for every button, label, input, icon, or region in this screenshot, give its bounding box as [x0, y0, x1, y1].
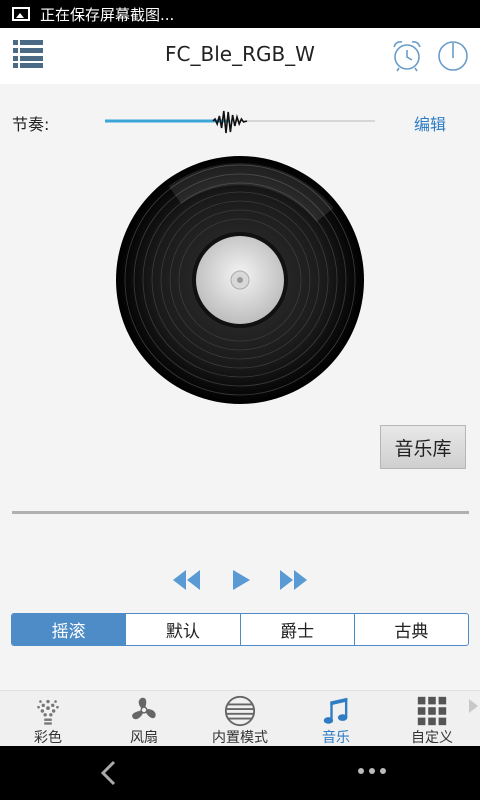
- lines-globe-icon: [224, 695, 256, 727]
- rhythm-slider[interactable]: [105, 108, 375, 134]
- rhythm-label: 节奏:: [12, 115, 50, 134]
- music-mode-segmented-control: 摇滚 默认 爵士 古典: [11, 613, 469, 646]
- status-notification-text: 正在保存屏幕截图...: [40, 5, 175, 24]
- mode-jazz-tab[interactable]: 爵士: [241, 614, 355, 645]
- tab-fan[interactable]: 风扇: [122, 691, 166, 747]
- tab-custom[interactable]: 自定义: [404, 691, 460, 747]
- next-icon[interactable]: [278, 565, 308, 595]
- edit-button[interactable]: 编辑: [414, 111, 446, 135]
- tab-music[interactable]: 音乐: [314, 691, 358, 747]
- music-library-button[interactable]: 音乐库: [380, 425, 466, 469]
- bottom-tab-bar: 彩色 风扇 内置模式 音乐 自定义: [0, 690, 480, 747]
- previous-icon[interactable]: [172, 565, 202, 595]
- back-icon[interactable]: [96, 758, 122, 788]
- tab-label: 彩色: [34, 730, 62, 746]
- tab-label: 内置模式: [212, 730, 268, 746]
- app-bar: FC_Ble_RGB_W: [0, 28, 480, 84]
- progress-divider: [12, 511, 469, 514]
- mode-rock-tab[interactable]: 摇滚: [12, 614, 127, 645]
- play-icon[interactable]: [230, 565, 252, 595]
- grid-icon: [417, 696, 447, 726]
- tab-color[interactable]: 彩色: [26, 691, 70, 747]
- tab-label: 自定义: [411, 730, 453, 746]
- scroll-right-arrow-icon[interactable]: [469, 699, 478, 713]
- bulb-icon: [37, 699, 59, 725]
- mode-default-tab[interactable]: 默认: [126, 614, 241, 645]
- tab-builtin-modes[interactable]: 内置模式: [205, 691, 275, 747]
- mode-classical-tab[interactable]: 古典: [355, 614, 468, 645]
- alarm-clock-icon[interactable]: [390, 38, 424, 72]
- more-icon[interactable]: [356, 764, 388, 778]
- music-note-icon: [323, 697, 348, 724]
- vinyl-record-icon: [116, 156, 364, 404]
- fan-icon: [132, 697, 156, 720]
- system-nav-bar: [0, 746, 480, 800]
- power-icon[interactable]: [436, 38, 470, 72]
- tab-label: 风扇: [130, 730, 158, 746]
- tab-label: 音乐: [322, 730, 350, 746]
- screenshot-icon: [12, 7, 30, 21]
- status-bar: 正在保存屏幕截图...: [0, 0, 480, 28]
- waveform-thumb-icon[interactable]: [212, 110, 248, 134]
